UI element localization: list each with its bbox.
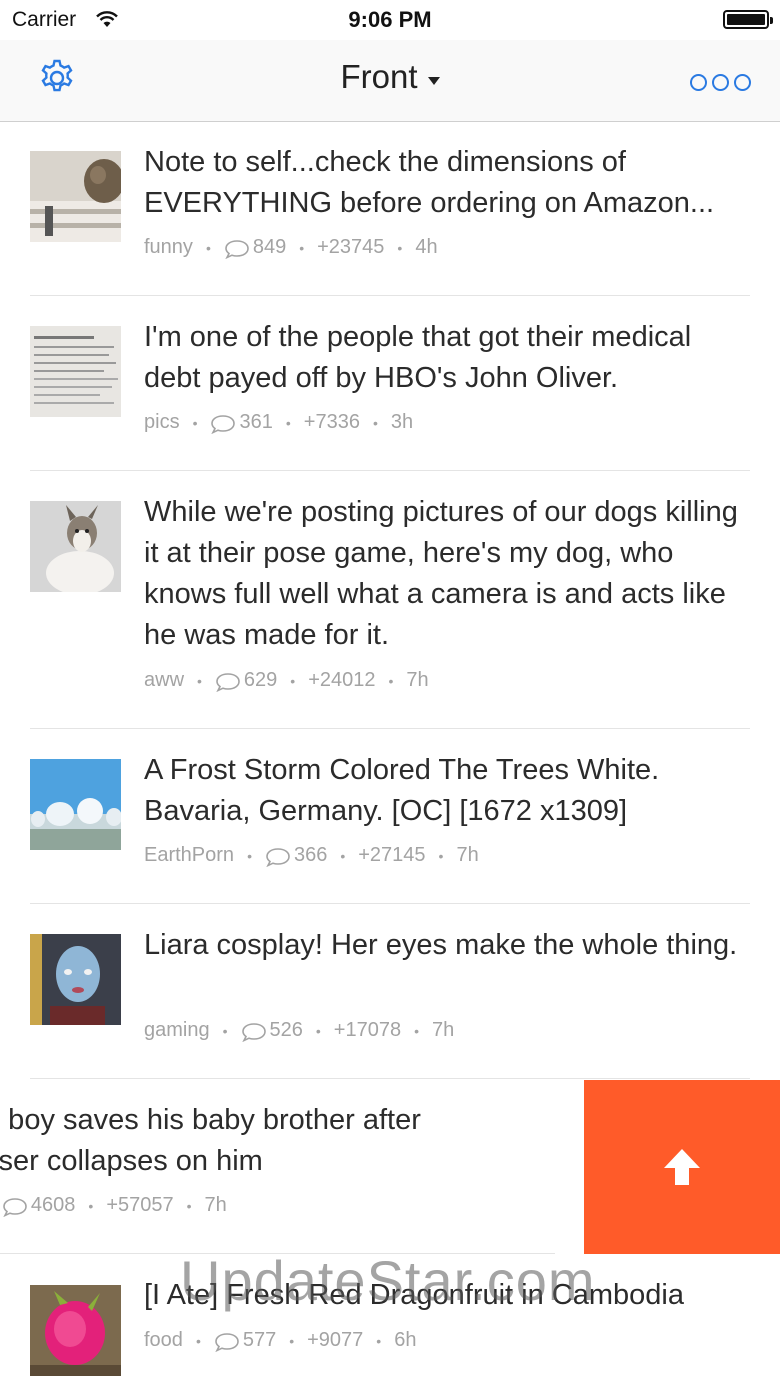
comment-count: 4608 bbox=[30, 1194, 76, 1216]
post-title[interactable]: I'm one of the people that got their med… bbox=[144, 317, 744, 399]
post-title[interactable]: While we're posting pictures of our dogs… bbox=[144, 492, 744, 656]
comment-icon bbox=[216, 672, 240, 692]
post-title[interactable]: A Frost Storm Colored The Trees White. B… bbox=[144, 750, 744, 832]
score: +24012 bbox=[308, 669, 376, 691]
score: +17078 bbox=[333, 1019, 402, 1041]
post-meta: funny • 849 • +23745 • 4h bbox=[144, 236, 438, 259]
subreddit-label[interactable]: food bbox=[144, 1329, 183, 1352]
chevron-down-icon bbox=[427, 76, 440, 85]
comment-icon bbox=[215, 1332, 239, 1352]
post-thumbnail[interactable] bbox=[30, 501, 121, 592]
comment-icon bbox=[3, 1197, 27, 1217]
score: +7336 bbox=[303, 411, 360, 433]
battery-icon bbox=[723, 10, 773, 29]
post-meta: gaming • 526 • +17078 • 7h bbox=[144, 1019, 455, 1042]
subreddit-label[interactable]: funny bbox=[144, 236, 193, 259]
post-thumbnail[interactable] bbox=[30, 934, 121, 1025]
post-meta: pics • 361 • +7336 • 3h bbox=[144, 411, 414, 434]
post-meta: food • 577 • +9077 • 6h bbox=[144, 1329, 417, 1352]
comment-icon bbox=[225, 239, 249, 259]
more-icon[interactable] bbox=[690, 74, 751, 91]
post-thumbnail[interactable] bbox=[30, 326, 121, 417]
post-title[interactable]: Note to self...check the dimensions of E… bbox=[144, 142, 744, 224]
divider bbox=[30, 1078, 750, 1079]
post-title[interactable]: Liara cosplay! Her eyes make the whole t… bbox=[144, 925, 744, 966]
post-age: 7h bbox=[456, 844, 479, 866]
post-age: 3h bbox=[390, 411, 414, 433]
comment-icon bbox=[266, 847, 290, 867]
score: +57057 bbox=[106, 1194, 174, 1216]
divider bbox=[30, 295, 750, 296]
post-age: 6h bbox=[394, 1329, 417, 1351]
comment-count: 361 bbox=[239, 411, 273, 433]
post-age: 7h bbox=[204, 1194, 227, 1216]
comment-count: 366 bbox=[293, 844, 328, 866]
front-page-selector[interactable]: Front bbox=[0, 58, 780, 96]
subreddit-label[interactable]: pics bbox=[144, 411, 180, 434]
subreddit-label[interactable]: gaming bbox=[144, 1019, 210, 1042]
post-meta: EarthPorn • 366 • +27145 • 7h bbox=[144, 844, 479, 867]
subreddit-label[interactable]: aww bbox=[144, 669, 184, 692]
post-meta: • 4608 • +57057 • 7h bbox=[0, 1194, 227, 1217]
upvote-arrow-icon bbox=[664, 1149, 700, 1185]
post-age: 7h bbox=[432, 1019, 455, 1041]
score: +9077 bbox=[307, 1329, 364, 1351]
post-title[interactable]: e boy saves his baby brother after sser … bbox=[0, 1100, 584, 1182]
clock: 9:06 PM bbox=[348, 7, 432, 32]
post-thumbnail[interactable] bbox=[30, 1285, 121, 1376]
divider bbox=[30, 470, 750, 471]
post-meta: aww • 629 • +24012 • 7h bbox=[144, 669, 429, 692]
status-bar: Carrier 9:06 PM bbox=[0, 0, 780, 40]
comment-icon bbox=[211, 414, 236, 434]
comment-icon bbox=[241, 1022, 266, 1042]
watermark: UpdateStar.com bbox=[180, 1249, 596, 1312]
comment-count: 526 bbox=[269, 1019, 303, 1041]
comment-count: 577 bbox=[242, 1329, 277, 1351]
post-thumbnail[interactable] bbox=[30, 151, 121, 242]
upvote-swipe-action[interactable] bbox=[584, 1080, 780, 1254]
subreddit-label[interactable]: EarthPorn bbox=[144, 844, 234, 867]
post-age: 7h bbox=[406, 669, 429, 691]
comment-count: 849 bbox=[252, 236, 287, 258]
comment-count: 629 bbox=[243, 669, 278, 691]
score: +23745 bbox=[317, 236, 385, 258]
post-thumbnail[interactable] bbox=[30, 759, 121, 850]
divider bbox=[30, 903, 750, 904]
nav-bar: Front bbox=[0, 40, 780, 122]
page-title: Front bbox=[340, 58, 418, 95]
post-age: 4h bbox=[415, 236, 438, 258]
score: +27145 bbox=[358, 844, 426, 866]
divider bbox=[30, 728, 750, 729]
